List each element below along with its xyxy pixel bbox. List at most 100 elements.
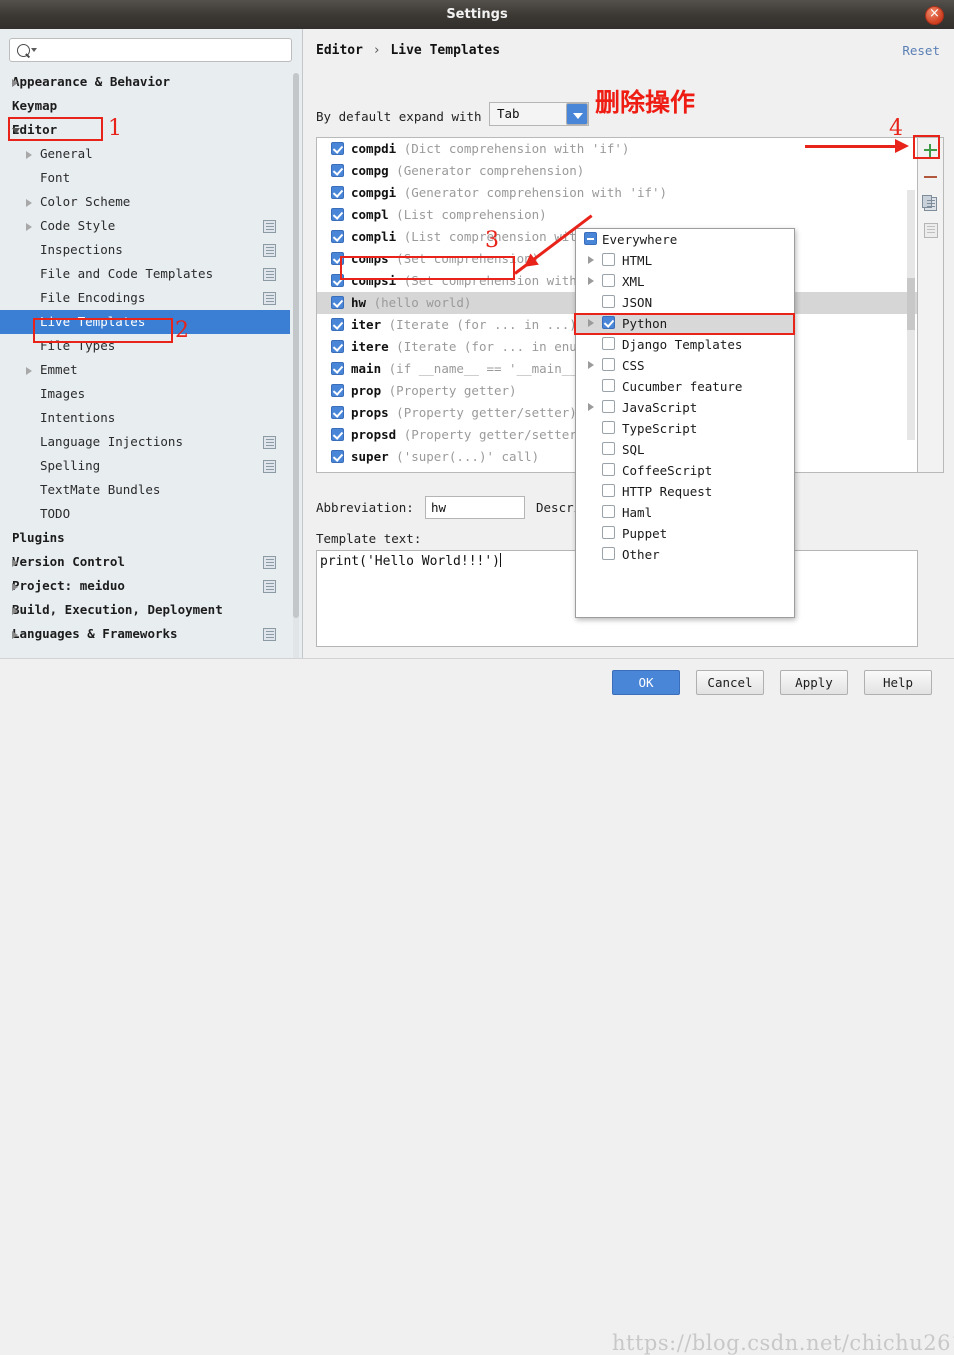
- abbreviation-input[interactable]: hw: [425, 496, 525, 519]
- duplicate-template-button[interactable]: [918, 190, 942, 216]
- sidebar-item-build-execution-deployment[interactable]: Build, Execution, Deployment: [0, 598, 290, 622]
- checkbox[interactable]: [331, 340, 344, 353]
- sidebar-item-keymap[interactable]: Keymap: [0, 94, 290, 118]
- copy-settings-icon[interactable]: [263, 436, 276, 449]
- popup-root-everywhere[interactable]: Everywhere: [576, 229, 794, 250]
- popup-language-item[interactable]: Haml: [576, 502, 794, 523]
- copy-settings-icon[interactable]: [263, 268, 276, 281]
- copy-settings-icon[interactable]: [263, 220, 276, 233]
- sidebar-item-language-injections[interactable]: Language Injections: [0, 430, 290, 454]
- sidebar-item-live-templates[interactable]: Live Templates: [0, 310, 290, 334]
- sidebar-item-emmet[interactable]: Emmet: [0, 358, 290, 382]
- template-row[interactable]: compl (List comprehension): [317, 204, 917, 226]
- sidebar-item-inspections[interactable]: Inspections: [0, 238, 290, 262]
- chevron-right-icon[interactable]: [588, 361, 594, 369]
- checkbox[interactable]: [331, 428, 344, 441]
- chevron-right-icon[interactable]: [26, 151, 32, 159]
- copy-settings-icon[interactable]: [263, 460, 276, 473]
- sidebar-item-images[interactable]: Images: [0, 382, 290, 406]
- sidebar-item-editor[interactable]: Editor: [0, 118, 290, 142]
- sidebar-item-file-encodings[interactable]: File Encodings: [0, 286, 290, 310]
- checkbox[interactable]: [602, 526, 615, 539]
- copy-settings-icon[interactable]: [263, 580, 276, 593]
- checkbox[interactable]: [602, 421, 615, 434]
- chevron-right-icon[interactable]: [26, 199, 32, 207]
- sidebar-item-color-scheme[interactable]: Color Scheme: [0, 190, 290, 214]
- checkbox[interactable]: [602, 379, 615, 392]
- popup-language-item[interactable]: JavaScript: [576, 397, 794, 418]
- sidebar-scrollbar-thumb[interactable]: [293, 73, 299, 618]
- checkbox[interactable]: [602, 547, 615, 560]
- help-button[interactable]: Help: [864, 670, 932, 695]
- checkbox[interactable]: [602, 505, 615, 518]
- chevron-right-icon[interactable]: [588, 403, 594, 411]
- checkbox[interactable]: [331, 296, 344, 309]
- checkbox[interactable]: [345, 472, 358, 473]
- sidebar-item-project-meiduo[interactable]: Project: meiduo: [0, 574, 290, 598]
- template-group-button[interactable]: [918, 216, 942, 242]
- language-context-popup[interactable]: Everywhere HTML XML JSON Python Django Templ…: [575, 228, 795, 618]
- copy-settings-icon[interactable]: [263, 556, 276, 569]
- expand-with-select[interactable]: Tab: [489, 102, 589, 126]
- sidebar-item-todo[interactable]: TODO: [0, 502, 290, 526]
- chevron-right-icon[interactable]: [26, 367, 32, 375]
- remove-template-button[interactable]: [918, 164, 942, 190]
- chevron-right-icon[interactable]: [26, 223, 32, 231]
- chevron-right-icon[interactable]: [12, 79, 18, 87]
- checkbox[interactable]: [602, 484, 615, 497]
- sidebar-item-appearance-behavior[interactable]: Appearance & Behavior: [0, 70, 290, 94]
- sidebar-item-intentions[interactable]: Intentions: [0, 406, 290, 430]
- popup-language-item[interactable]: XML: [576, 271, 794, 292]
- copy-settings-icon[interactable]: [263, 244, 276, 257]
- sidebar-item-languages-frameworks[interactable]: Languages & Frameworks: [0, 622, 290, 646]
- checkbox[interactable]: [602, 442, 615, 455]
- popup-language-item[interactable]: SQL: [576, 439, 794, 460]
- checkbox[interactable]: [331, 406, 344, 419]
- cancel-button[interactable]: Cancel: [696, 670, 764, 695]
- chevron-right-icon[interactable]: [12, 607, 18, 615]
- checkbox[interactable]: [331, 208, 344, 221]
- popup-language-item[interactable]: Cucumber feature: [576, 376, 794, 397]
- chevron-right-icon[interactable]: [12, 583, 18, 591]
- apply-button[interactable]: Apply: [780, 670, 848, 695]
- checkbox[interactable]: [331, 142, 344, 155]
- chevron-right-icon[interactable]: [12, 631, 18, 639]
- copy-settings-icon[interactable]: [263, 292, 276, 305]
- sidebar-item-file-types[interactable]: File Types: [0, 334, 290, 358]
- checkbox[interactable]: [602, 337, 615, 350]
- checkbox[interactable]: [331, 186, 344, 199]
- sidebar-item-plugins[interactable]: Plugins: [0, 526, 290, 550]
- sidebar-item-version-control[interactable]: Version Control: [0, 550, 290, 574]
- sidebar-item-font[interactable]: Font: [0, 166, 290, 190]
- template-row[interactable]: compdi (Dict comprehension with 'if'): [317, 138, 917, 160]
- sidebar-item-spelling[interactable]: Spelling: [0, 454, 290, 478]
- checkbox[interactable]: [602, 274, 615, 287]
- popup-language-item[interactable]: TypeScript: [576, 418, 794, 439]
- popup-language-item[interactable]: CSS: [576, 355, 794, 376]
- ok-button[interactable]: OK: [612, 670, 680, 695]
- chevron-right-icon[interactable]: [12, 559, 18, 567]
- checkbox[interactable]: [602, 358, 615, 371]
- checkbox[interactable]: [602, 316, 615, 329]
- chevron-right-icon[interactable]: [588, 319, 594, 327]
- checkbox[interactable]: [331, 164, 344, 177]
- template-row[interactable]: compgi (Generator comprehension with 'if…: [317, 182, 917, 204]
- template-row[interactable]: compg (Generator comprehension): [317, 160, 917, 182]
- checkbox[interactable]: [331, 318, 344, 331]
- search-input[interactable]: [9, 38, 292, 62]
- add-template-button[interactable]: [918, 138, 942, 164]
- chevron-down-icon[interactable]: [12, 128, 20, 134]
- chevron-right-icon[interactable]: [588, 277, 594, 285]
- template-list-scrollbar-thumb[interactable]: [907, 278, 915, 330]
- copy-settings-icon[interactable]: [263, 628, 276, 641]
- chevron-down-icon[interactable]: [566, 103, 588, 125]
- sidebar-item-textmate-bundles[interactable]: TextMate Bundles: [0, 478, 290, 502]
- popup-language-item[interactable]: Puppet: [576, 523, 794, 544]
- popup-language-item[interactable]: HTML: [576, 250, 794, 271]
- sidebar-item-code-style[interactable]: Code Style: [0, 214, 290, 238]
- checkbox[interactable]: [602, 295, 615, 308]
- close-icon[interactable]: [925, 5, 944, 25]
- sidebar-item-general[interactable]: General: [0, 142, 290, 166]
- checkbox[interactable]: [331, 274, 344, 287]
- checkbox[interactable]: [331, 362, 344, 375]
